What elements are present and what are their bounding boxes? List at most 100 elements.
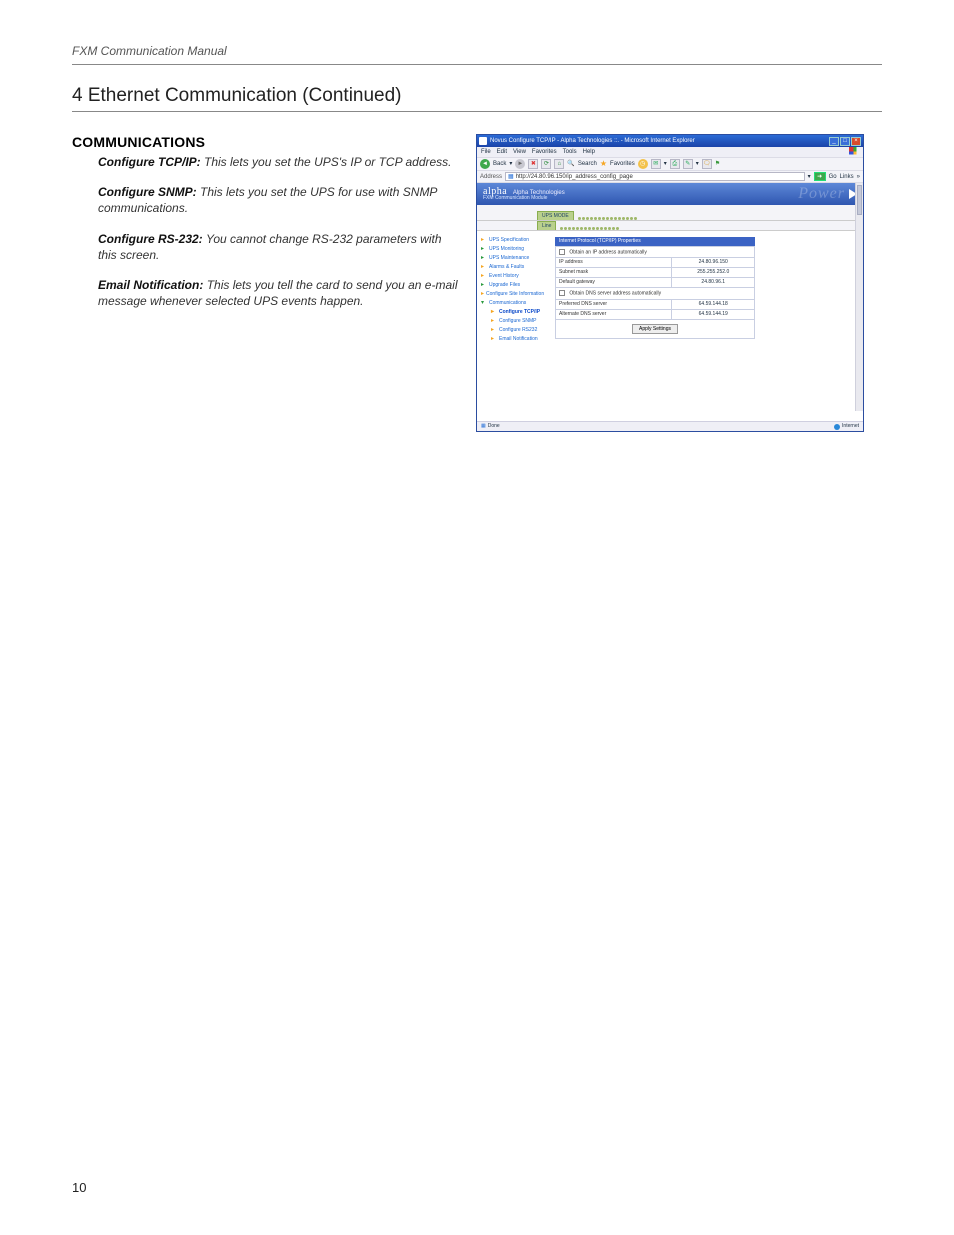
minimize-button[interactable]: _ bbox=[829, 137, 839, 146]
auto-ip-checkbox[interactable] bbox=[559, 249, 565, 255]
forward-button[interactable]: ► bbox=[515, 159, 525, 169]
comm-label: Email Notification: bbox=[98, 278, 203, 292]
sidebar-item-event-history[interactable]: ▸Event History bbox=[481, 273, 543, 279]
sidebar-item-configure-site[interactable]: ▸Configure Site Information bbox=[481, 291, 543, 297]
sidebar-item-ups-specification[interactable]: ▸UPS Specification bbox=[481, 237, 543, 243]
edit-dropdown-icon[interactable]: ▾ bbox=[696, 161, 699, 167]
comm-text: This lets you set the UPS's IP or TCP ad… bbox=[204, 155, 452, 169]
sidebar-item-label: UPS Specification bbox=[489, 238, 529, 243]
edit-icon[interactable]: ✎ bbox=[683, 159, 693, 169]
sidebar-sub-configure-snmp[interactable]: ▸Configure SNMP bbox=[491, 318, 543, 324]
menu-file[interactable]: File bbox=[481, 149, 491, 155]
mail-dropdown-icon[interactable]: ▾ bbox=[664, 161, 667, 167]
maximize-button[interactable]: □ bbox=[840, 137, 850, 146]
page-number: 10 bbox=[72, 1180, 86, 1195]
tab-line[interactable]: Line bbox=[537, 221, 556, 230]
table-row: Preferred DNS server64.59.144.18 bbox=[556, 299, 755, 309]
comm-label: Configure RS-232: bbox=[98, 232, 203, 246]
sidebar-item-alarms-faults[interactable]: ▸Alarms & Faults bbox=[481, 264, 543, 270]
sidebar-item-label: Configure RS232 bbox=[499, 328, 537, 333]
row-key: Subnet mask bbox=[556, 268, 672, 278]
sidebar-item-ups-maintenance[interactable]: ▸UPS Maintenance bbox=[481, 255, 543, 261]
search-label: Search bbox=[578, 161, 597, 167]
row-value[interactable]: 255.255.252.0 bbox=[672, 268, 755, 278]
links-label[interactable]: Links bbox=[840, 174, 854, 180]
comm-item-rs232: Configure RS-232: You cannot change RS-2… bbox=[98, 231, 462, 263]
ie-logo-icon bbox=[479, 137, 487, 145]
comm-label: Configure SNMP: bbox=[98, 185, 197, 199]
sidebar-item-label: UPS Maintenance bbox=[489, 256, 529, 261]
address-dropdown-icon[interactable]: ▾ bbox=[808, 174, 811, 180]
links-chevron-icon[interactable]: » bbox=[857, 174, 860, 180]
window-title: Novus Configure TCP/IP - Alpha Technolog… bbox=[490, 138, 695, 144]
running-header: FXM Communication Manual bbox=[72, 44, 882, 58]
messenger-icon[interactable]: ⚑ bbox=[715, 161, 720, 167]
section-title: 4 Ethernet Communication (Continued) bbox=[72, 85, 882, 107]
power-watermark: Power bbox=[798, 186, 845, 202]
sidebar-item-label: Alarms & Faults bbox=[489, 265, 524, 270]
back-dropdown-icon[interactable]: ▾ bbox=[509, 161, 512, 167]
sidebar-item-label: Email Notification bbox=[499, 337, 538, 342]
sidebar-item-ups-monitoring[interactable]: ▸UPS Monitoring bbox=[481, 246, 543, 252]
mail-icon[interactable]: ✉ bbox=[651, 159, 661, 169]
sidebar-item-label: Configure Site Information bbox=[486, 292, 544, 297]
toolbar: ◄ Back ▾ ► ✖ ⟳ ⌂ 🔍 Search ★ Favorites ◷ … bbox=[477, 157, 863, 171]
comm-item-email: Email Notification: This lets you tell t… bbox=[98, 277, 462, 309]
refresh-button[interactable]: ⟳ bbox=[541, 159, 551, 169]
sidebar-item-label: Event History bbox=[489, 274, 519, 279]
sidebar-sub-configure-tcpip[interactable]: ▸Configure TCP/IP bbox=[491, 309, 543, 315]
table-row: IP address24.80.96.150 bbox=[556, 258, 755, 268]
address-bar: Address ▦ http://24.80.96.150/ip_address… bbox=[477, 171, 863, 183]
table-row: Subnet mask255.255.252.0 bbox=[556, 268, 755, 278]
brand-banner: alpha Alpha Technologies FXM Communicati… bbox=[477, 183, 863, 205]
stop-button[interactable]: ✖ bbox=[528, 159, 538, 169]
menu-tools[interactable]: Tools bbox=[563, 149, 577, 155]
window-titlebar: Novus Configure TCP/IP - Alpha Technolog… bbox=[477, 135, 863, 147]
status-dots bbox=[578, 217, 637, 220]
address-input[interactable]: ▦ http://24.80.96.150/ip_address_config_… bbox=[505, 172, 805, 181]
header-rule bbox=[72, 64, 882, 65]
apply-row: Apply Settings bbox=[555, 320, 755, 339]
home-button[interactable]: ⌂ bbox=[554, 159, 564, 169]
apply-settings-button[interactable]: Apply Settings bbox=[632, 324, 678, 334]
row-value[interactable]: 24.80.96.1 bbox=[672, 278, 755, 288]
auto-dns-row[interactable]: Obtain DNS server address automatically bbox=[556, 288, 755, 299]
status-right: Internet bbox=[842, 424, 859, 429]
menu-favorites[interactable]: Favorites bbox=[532, 149, 557, 155]
internet-zone-icon bbox=[834, 424, 840, 430]
status-dots-2 bbox=[560, 227, 619, 230]
search-icon[interactable]: 🔍 bbox=[567, 161, 574, 167]
row-value[interactable]: 64.59.144.18 bbox=[672, 299, 755, 309]
close-button[interactable]: × bbox=[851, 137, 861, 146]
discuss-icon[interactable]: 🗨 bbox=[702, 159, 712, 169]
address-url: http://24.80.96.150/ip_address_config_pa… bbox=[516, 174, 633, 180]
panel-title: Internet Protocol (TCP/IP) Properties bbox=[555, 237, 755, 246]
menu-edit[interactable]: Edit bbox=[497, 149, 507, 155]
sidebar-item-communications[interactable]: ▾Communications bbox=[481, 300, 543, 306]
comm-item-tcpip: Configure TCP/IP: This lets you set the … bbox=[98, 154, 462, 170]
table-row: Default gateway24.80.96.1 bbox=[556, 278, 755, 288]
print-icon[interactable]: ⎙ bbox=[670, 159, 680, 169]
tab-ups-mode[interactable]: UPS MODE bbox=[537, 211, 574, 220]
menu-help[interactable]: Help bbox=[583, 149, 595, 155]
menu-view[interactable]: View bbox=[513, 149, 526, 155]
sidebar-sub-configure-rs232[interactable]: ▸Configure RS232 bbox=[491, 327, 543, 333]
section-rule bbox=[72, 111, 882, 112]
row-value[interactable]: 64.59.144.19 bbox=[672, 309, 755, 319]
sidebar-item-upgrade-files[interactable]: ▸Upgrade Files bbox=[481, 282, 543, 288]
back-button[interactable]: ◄ bbox=[480, 159, 490, 169]
go-button[interactable]: ➜ bbox=[814, 172, 826, 181]
auto-ip-row[interactable]: Obtain an IP address automatically bbox=[556, 247, 755, 258]
row-value[interactable]: 24.80.96.150 bbox=[672, 258, 755, 268]
history-icon[interactable]: ◷ bbox=[638, 159, 648, 169]
favorites-label: Favorites bbox=[610, 161, 635, 167]
scrollbar-thumb[interactable] bbox=[857, 185, 862, 215]
auto-ip-label: Obtain an IP address automatically bbox=[569, 249, 646, 255]
table-row: Alternate DNS server64.59.144.19 bbox=[556, 309, 755, 319]
row-key: IP address bbox=[556, 258, 672, 268]
auto-dns-checkbox[interactable] bbox=[559, 290, 565, 296]
favorites-icon[interactable]: ★ bbox=[600, 160, 607, 168]
vertical-scrollbar[interactable] bbox=[855, 183, 863, 411]
sidebar-sub-email-notification[interactable]: ▸Email Notification bbox=[491, 336, 543, 342]
status-bar: ▦ Done Internet bbox=[477, 421, 863, 431]
